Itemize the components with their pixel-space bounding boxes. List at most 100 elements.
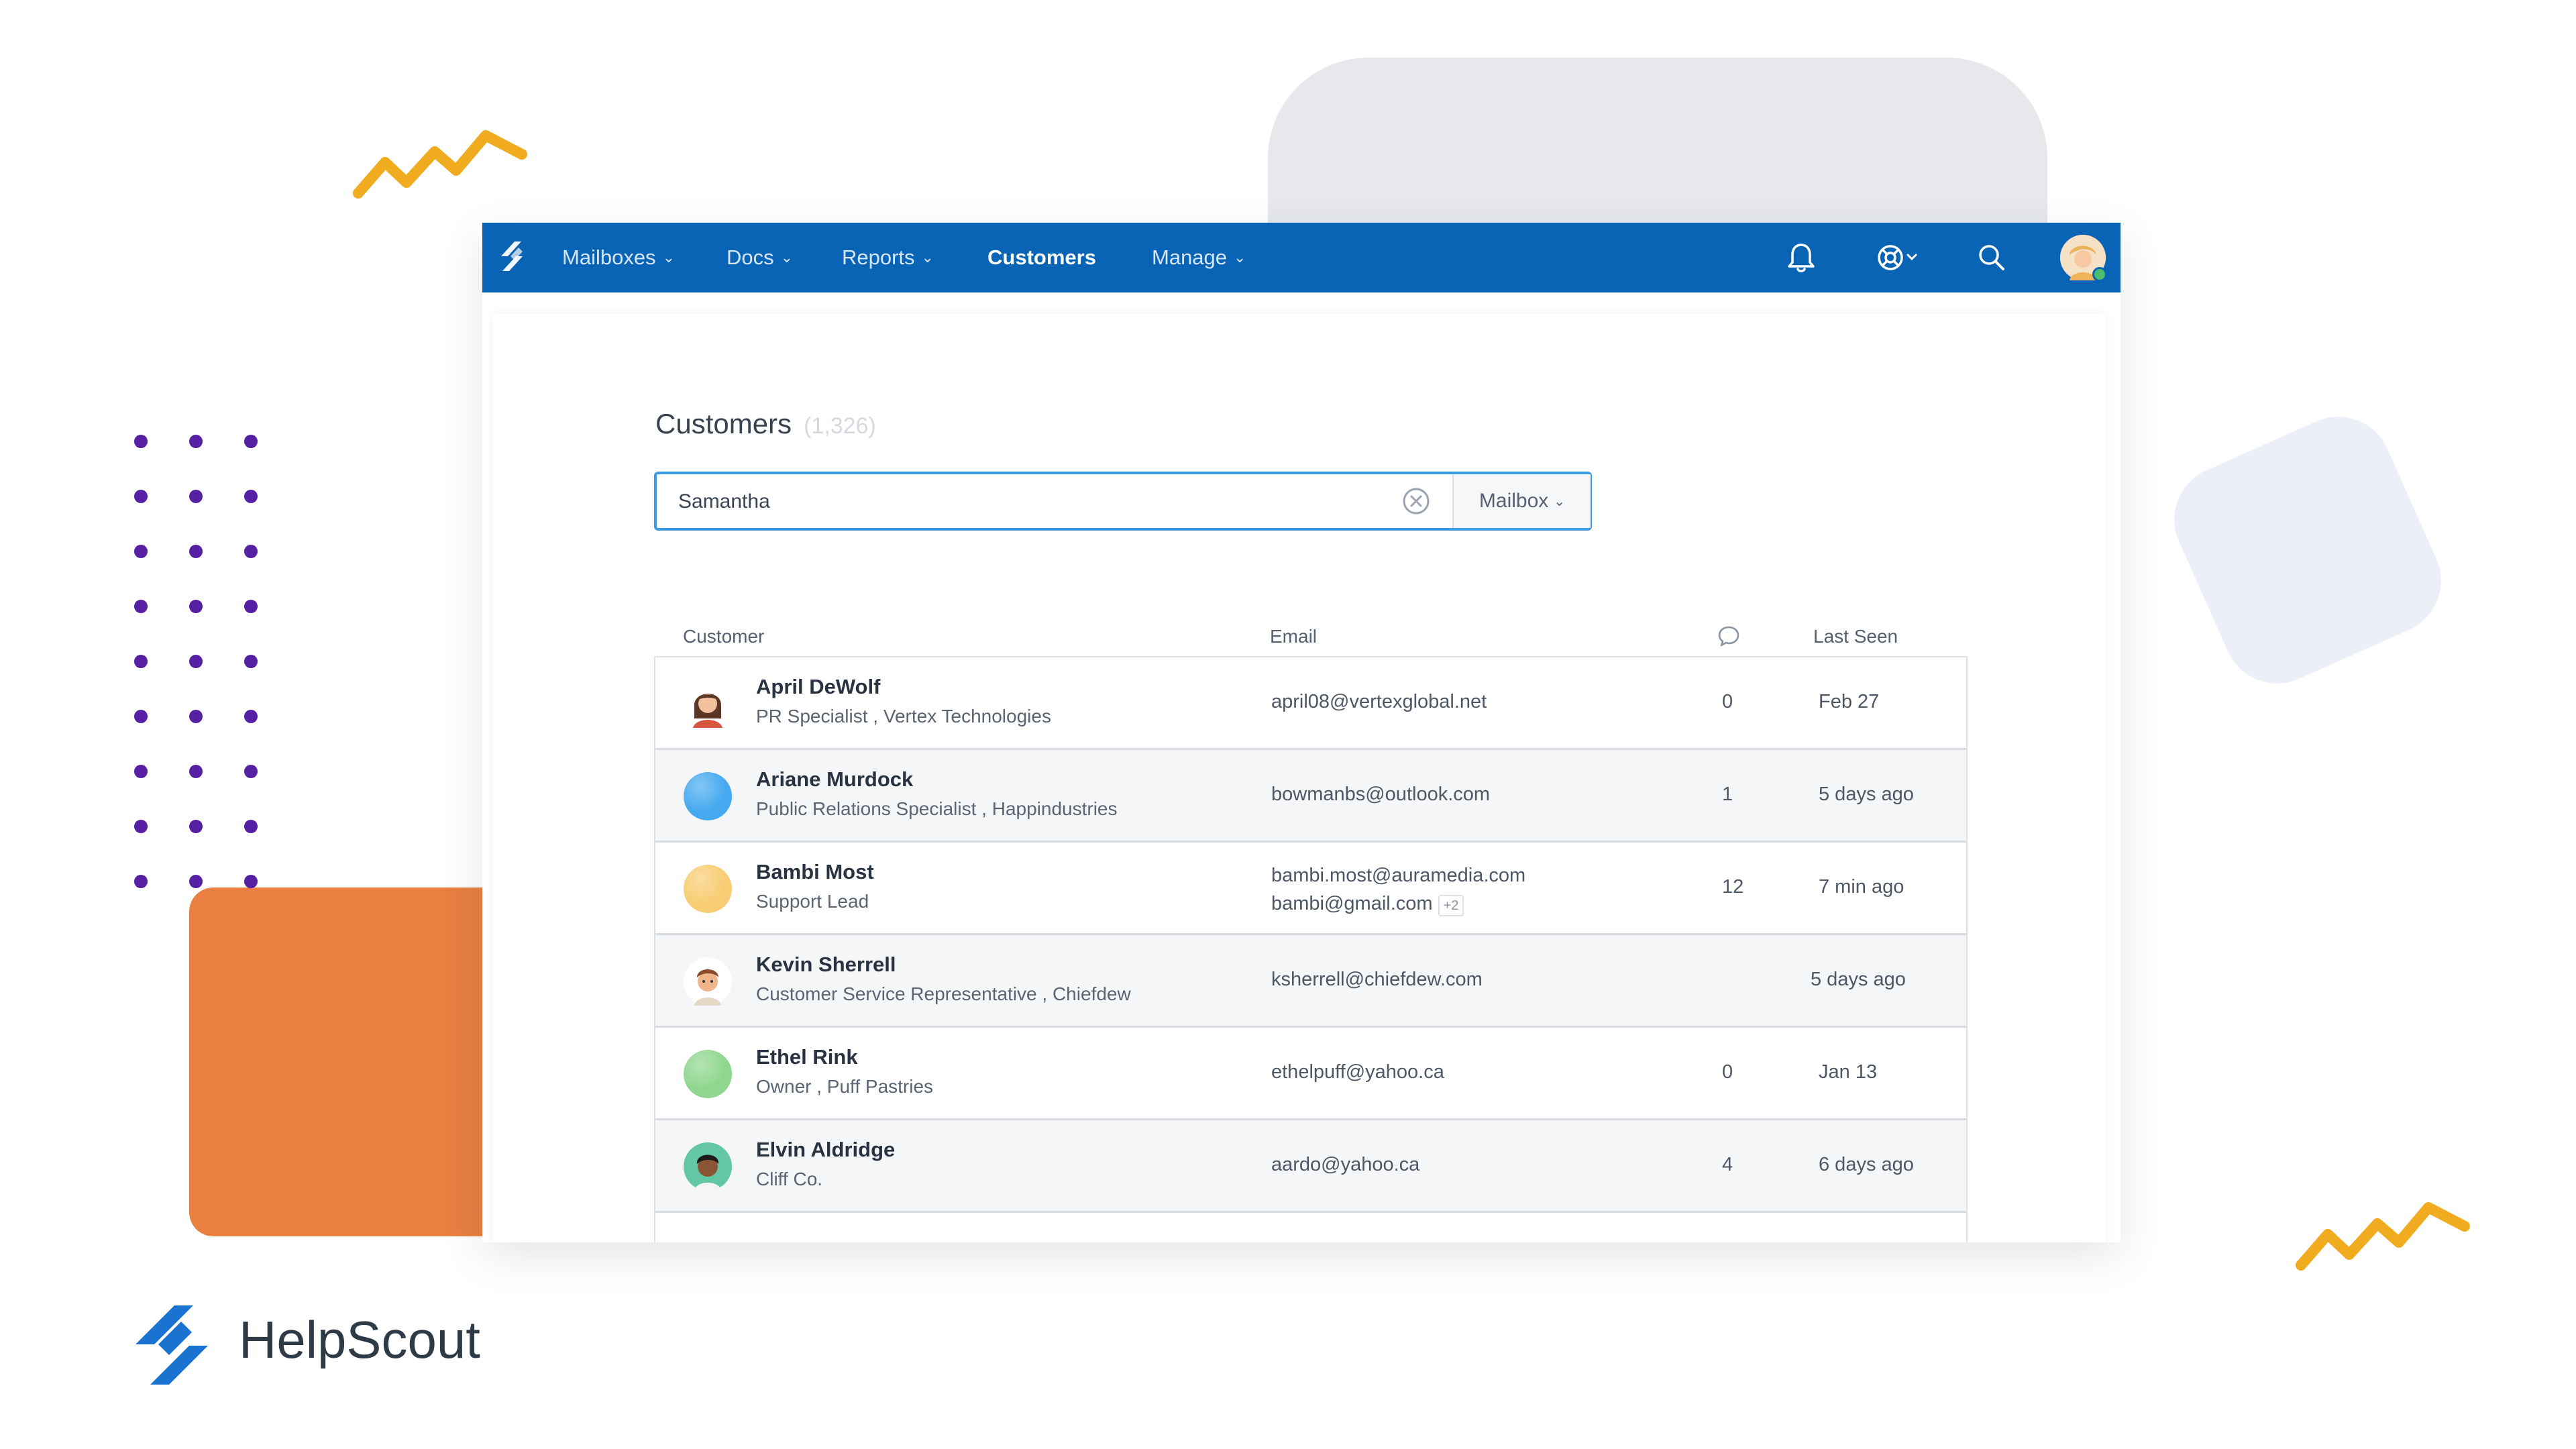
decorative-dot (189, 710, 203, 723)
zigzag-top-left (353, 130, 527, 199)
customer-title: Support Lead (756, 891, 869, 912)
zigzag-bottom-right (2296, 1202, 2470, 1271)
decorative-dot (134, 655, 148, 668)
customer-name[interactable]: Ethel Rink (756, 1045, 858, 1069)
customer-email: ksherrell@chiefdew.com (1271, 969, 1483, 991)
conversation-count: 0 (1722, 691, 1733, 712)
table-row[interactable]: Ethel Rink Owner , Puff Pastries ethelpuff… (655, 1028, 1966, 1120)
column-header-email[interactable]: Email (1270, 626, 1317, 647)
bell-icon[interactable] (1780, 236, 1823, 279)
customer-email: bowmanbs@outlook.com (1271, 784, 1490, 806)
decorative-dot (244, 600, 258, 613)
helpscout-brand-logo-icon (136, 1305, 208, 1385)
nav-customers[interactable]: Customers (987, 223, 1096, 292)
customer-email: aardo@yahoo.ca (1271, 1154, 1419, 1176)
customer-avatar (684, 1050, 732, 1098)
customer-avatar (684, 772, 732, 820)
table-row[interactable]: Kevin Sherrell Customer Service Represent… (655, 935, 1966, 1028)
background-orange-block (189, 888, 525, 1236)
page-title: Customers (1,326) (655, 408, 876, 440)
helpscout-logo-icon[interactable] (492, 236, 532, 276)
clear-search-icon[interactable] (1401, 486, 1431, 516)
chevron-down-icon: ⌄ (662, 249, 675, 266)
nav-docs[interactable]: Docs ⌄ (727, 223, 793, 292)
email-address[interactable]: bambi@gmail.com (1271, 893, 1433, 914)
decorative-dot (244, 435, 258, 448)
nav-manage[interactable]: Manage ⌄ (1152, 223, 1246, 292)
decorative-dot (244, 710, 258, 723)
nav-reports-label: Reports (842, 246, 915, 269)
chevron-down-icon: ⌄ (1234, 249, 1246, 266)
last-seen: 5 days ago (1819, 784, 1914, 805)
search-icon[interactable] (1970, 236, 2013, 279)
email-address[interactable]: bambi.most@auramedia.com (1271, 865, 1525, 886)
customer-email: april08@vertexglobal.net (1271, 691, 1487, 713)
more-emails-badge[interactable]: +2 (1438, 895, 1464, 916)
decorative-dot (189, 820, 203, 833)
column-header-customer[interactable]: Customer (683, 626, 764, 647)
nav-manage-label: Manage (1152, 246, 1228, 269)
customer-name[interactable]: Elvin Aldridge (756, 1138, 895, 1162)
email-address[interactable]: aardo@yahoo.ca (1271, 1154, 1419, 1175)
customer-title: Public Relations Specialist , Happindust… (756, 798, 1118, 819)
customer-count: (1,326) (804, 413, 876, 439)
decorative-dot (189, 655, 203, 668)
customer-title: Customer Service Representative , Chiefd… (756, 983, 1131, 1004)
decorative-dot (134, 820, 148, 833)
decorative-dot (134, 710, 148, 723)
decorative-dot (134, 875, 148, 888)
nav-reports[interactable]: Reports ⌄ (842, 223, 934, 292)
nav-mailboxes[interactable]: Mailboxes ⌄ (562, 223, 675, 292)
top-navbar: Mailboxes ⌄ Docs ⌄ Reports ⌄ Customers Mana… (482, 223, 2121, 292)
decorative-dot (244, 875, 258, 888)
help-lifebuoy-icon[interactable] (1871, 236, 1931, 279)
customer-email: ethelpuff@yahoo.ca (1271, 1061, 1444, 1083)
decorative-dot (134, 490, 148, 503)
customer-avatar (684, 865, 732, 913)
decorative-dot (244, 490, 258, 503)
email-address[interactable]: ksherrell@chiefdew.com (1271, 969, 1483, 990)
decorative-dot (134, 765, 148, 778)
decorative-dot (134, 545, 148, 558)
column-header-conversations[interactable] (1717, 625, 1741, 652)
customer-name[interactable]: Kevin Sherrell (756, 953, 896, 977)
last-seen: 7 min ago (1819, 876, 1904, 898)
decorative-dot (134, 600, 148, 613)
last-seen: 5 days ago (1811, 969, 1906, 990)
customer-name[interactable]: Bambi Most (756, 860, 874, 884)
mailbox-filter-dropdown[interactable]: Mailbox ⌄ (1452, 474, 1591, 528)
decorative-dot (244, 820, 258, 833)
decorative-dot (244, 655, 258, 668)
customer-search: Mailbox ⌄ (654, 472, 1592, 531)
email-address[interactable]: april08@vertexglobal.net (1271, 691, 1487, 712)
customer-avatar (684, 680, 732, 728)
table-row[interactable]: Elvin Aldridge Cliff Co. aardo@yahoo.ca 4 6 … (655, 1120, 1966, 1213)
last-seen: 6 days ago (1819, 1154, 1914, 1175)
chat-bubble-icon (1718, 626, 1739, 647)
last-seen: Jan 13 (1819, 1061, 1878, 1083)
email-address[interactable]: bowmanbs@outlook.com (1271, 784, 1490, 805)
table-row[interactable]: Bambi Most Support Lead bambi.most@auramed… (655, 843, 1966, 935)
conversation-count: 4 (1722, 1154, 1733, 1175)
decorative-dot (189, 545, 203, 558)
last-seen: Feb 27 (1819, 691, 1880, 712)
decorative-dot (189, 435, 203, 448)
email-address[interactable]: ethelpuff@yahoo.ca (1271, 1061, 1444, 1083)
search-input[interactable] (677, 474, 1417, 529)
decorative-dot (189, 765, 203, 778)
table-row[interactable]: Ariane Murdock Public Relations Specialis… (655, 750, 1966, 843)
column-header-last-seen[interactable]: Last Seen (1813, 626, 1898, 647)
customer-title: Owner , Puff Pastries (756, 1076, 934, 1097)
customer-title: PR Specialist , Vertex Technologies (756, 706, 1051, 727)
decorative-dot (189, 490, 203, 503)
table-row[interactable]: April DeWolf PR Specialist , Vertex Techn… (655, 657, 1966, 750)
conversation-count: 0 (1722, 1061, 1733, 1083)
customer-name[interactable]: Ariane Murdock (756, 767, 913, 792)
brand-name: HelpScout (239, 1310, 480, 1369)
mailbox-filter-label: Mailbox (1479, 490, 1549, 512)
decorative-dot (189, 875, 203, 888)
customer-avatar (684, 1142, 732, 1191)
nav-mailboxes-label: Mailboxes (562, 246, 656, 269)
user-avatar[interactable] (2060, 235, 2107, 282)
customer-name[interactable]: April DeWolf (756, 675, 880, 699)
